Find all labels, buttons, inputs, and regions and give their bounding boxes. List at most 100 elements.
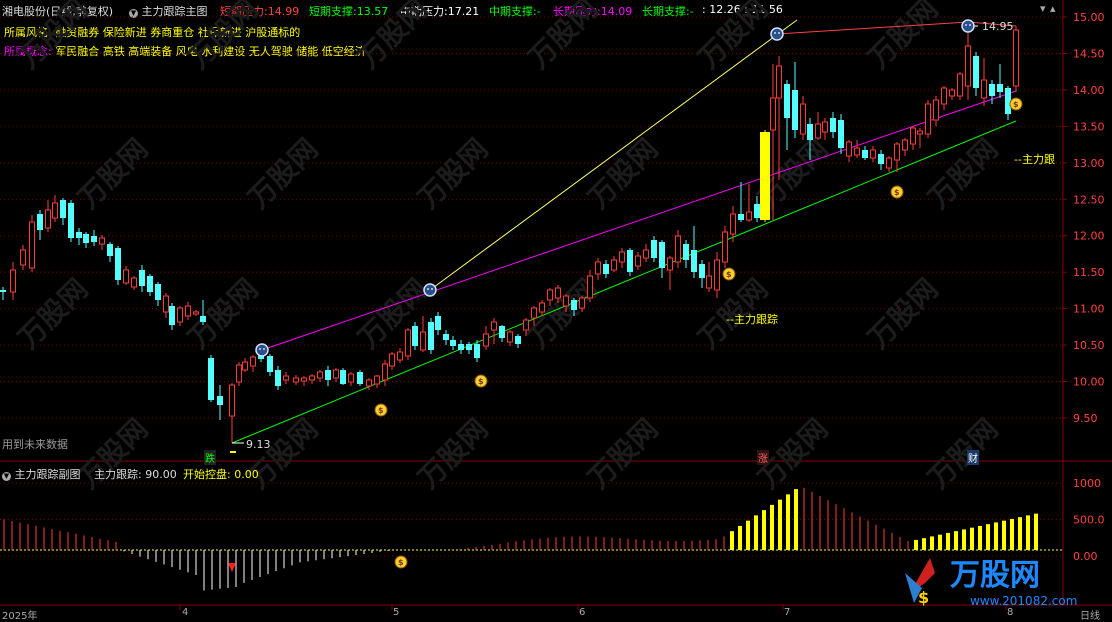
finance-marker[interactable]: 财 xyxy=(967,450,979,465)
candle xyxy=(123,266,129,285)
candle-body xyxy=(193,311,199,315)
candle-body xyxy=(870,149,876,159)
candle xyxy=(965,30,971,100)
sub-volume-bar xyxy=(1010,518,1014,550)
sub-volume-bar xyxy=(786,494,790,550)
candle-body xyxy=(76,232,82,238)
candle xyxy=(397,348,403,363)
candle-body xyxy=(800,103,806,135)
candle-body xyxy=(941,87,947,105)
candle-body xyxy=(894,143,900,161)
face-eye xyxy=(431,288,433,290)
candle xyxy=(675,230,681,268)
candle-body xyxy=(366,379,372,387)
candle-body xyxy=(169,306,175,325)
candle xyxy=(587,270,593,302)
candle xyxy=(267,354,273,376)
y-tick-label: 11.00 xyxy=(1073,303,1105,316)
candle xyxy=(333,368,339,382)
candle-body xyxy=(99,237,105,245)
candle xyxy=(91,230,97,246)
candle-body xyxy=(738,214,744,220)
candle-body xyxy=(595,261,601,275)
down-marker[interactable]: 跌 xyxy=(204,450,216,465)
candle xyxy=(722,226,728,268)
candle xyxy=(428,318,434,354)
candle-body xyxy=(973,56,979,88)
up-marker[interactable]: 涨 xyxy=(757,450,769,465)
candle-body xyxy=(1005,88,1011,114)
candle-body xyxy=(185,305,191,317)
candle-body xyxy=(539,302,545,313)
candle-body xyxy=(466,344,472,350)
candle xyxy=(293,375,299,385)
candle-body xyxy=(957,73,963,97)
candle-body xyxy=(229,384,235,417)
candle-body xyxy=(474,344,480,358)
candle-body xyxy=(177,307,183,323)
candle-body xyxy=(293,377,299,383)
candle-body xyxy=(435,316,441,330)
money-bag-symbol: $ xyxy=(378,406,384,415)
candle-body xyxy=(691,250,697,272)
candle-body xyxy=(933,99,939,121)
candle-body xyxy=(20,249,26,266)
watermark-text: 万股网 xyxy=(12,272,95,355)
sub-volume-bar xyxy=(730,531,734,550)
candle-body xyxy=(949,89,955,97)
candle xyxy=(699,260,705,288)
candle xyxy=(29,215,35,272)
candle xyxy=(68,200,74,242)
y-tick-label: 15.00 xyxy=(1073,11,1105,24)
candle-body xyxy=(807,124,813,140)
candle-body xyxy=(301,377,307,382)
y-tick-label: 13.00 xyxy=(1073,157,1105,170)
candle-body xyxy=(917,130,923,135)
sub-volume-bar xyxy=(946,532,950,550)
candle xyxy=(838,114,844,154)
candle xyxy=(115,246,121,285)
candle-body xyxy=(405,329,411,357)
sub-volume-bar xyxy=(1026,515,1030,550)
sub-volume-bar xyxy=(914,539,918,550)
candle xyxy=(854,140,860,158)
candle-body xyxy=(147,276,153,292)
candle-body xyxy=(619,251,625,263)
candle xyxy=(76,228,82,245)
candle-body xyxy=(878,154,884,164)
y-tick-label: 10.50 xyxy=(1073,339,1105,352)
candle xyxy=(933,96,939,126)
sub-indicator-dropdown[interactable]: ▼ 主力跟踪副图 xyxy=(2,466,81,482)
main-candlestick-chart[interactable]: 万股网 万股网 万股网 万股网 万股网 万股网万股网 万股网 万股网 万股网 万股网 万股网万股网万… xyxy=(0,0,1112,620)
candle-body xyxy=(208,358,214,400)
date-label-jun: 6 xyxy=(579,607,586,618)
watermark-text: 万股网 xyxy=(352,0,435,75)
candle-body xyxy=(428,322,434,350)
candle-body xyxy=(754,204,760,218)
candle xyxy=(250,355,256,372)
watermark-text: 万股网 xyxy=(582,412,665,495)
candle xyxy=(746,184,752,222)
candle-body xyxy=(730,213,736,235)
candle-body xyxy=(217,396,223,405)
y-tick-label: 10.00 xyxy=(1073,376,1105,389)
candle-body xyxy=(838,120,844,148)
candle-body xyxy=(643,249,649,259)
candle xyxy=(997,64,1003,98)
candle-body xyxy=(412,326,418,346)
candle xyxy=(878,150,884,170)
candle xyxy=(83,232,89,248)
high-pressure-line xyxy=(776,21,969,35)
candle xyxy=(784,80,790,150)
sub-trace-label: 主力跟踪: xyxy=(94,468,142,481)
face-eye xyxy=(263,348,265,350)
sub-volume-bar xyxy=(970,527,974,550)
candle-body xyxy=(139,270,145,286)
candle xyxy=(499,325,505,342)
candle-body xyxy=(997,84,1003,92)
candle xyxy=(643,244,649,262)
candle xyxy=(155,282,161,306)
trace-label-mid: --主力跟踪 xyxy=(726,313,778,326)
candle-body xyxy=(547,289,553,301)
candle xyxy=(325,366,331,386)
